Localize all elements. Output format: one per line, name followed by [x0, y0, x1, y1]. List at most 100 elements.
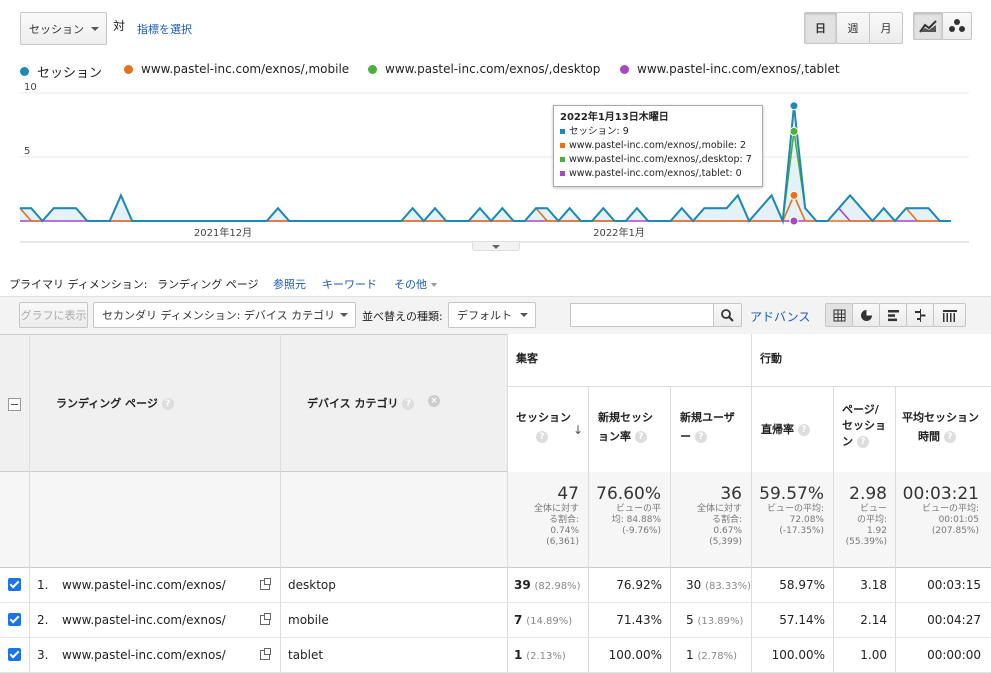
sort-type-select[interactable]: デフォルト — [448, 302, 536, 328]
column-divider — [751, 334, 752, 672]
totals-dur-note: ビューの平均: — [921, 504, 979, 514]
totals-newusers-note: 全体に対す — [696, 504, 742, 514]
select-metric-link[interactable]: 指標を選択 — [137, 21, 192, 37]
landing-page-link[interactable]: www.pastel-inc.com/exnos/ — [62, 613, 226, 627]
totals-sessions-note: る割合: — [548, 515, 579, 525]
tooltip-swatch-icon — [560, 157, 565, 162]
new-users-pct: (2.78%) — [697, 651, 738, 662]
data-point[interactable] — [789, 190, 799, 200]
acquisition-group-header: 集客 — [516, 352, 538, 365]
landing-page-header[interactable]: ランディング ページ ? — [56, 394, 174, 413]
help-icon[interactable]: ? — [536, 431, 548, 443]
minus-icon — [11, 404, 18, 405]
dimension-source-link[interactable]: 参照元 — [273, 276, 306, 292]
dimension-keyword-link[interactable]: キーワード — [322, 276, 377, 292]
view-pie-button[interactable] — [852, 303, 880, 327]
bounce-rate-label: 直帰率 — [761, 423, 794, 436]
new-users-pct: (13.89%) — [697, 616, 744, 627]
device-category-header[interactable]: デバイス カテゴリ ? — [307, 394, 415, 413]
help-icon[interactable]: ? — [634, 431, 647, 443]
totals-bounce-note: 72.08% — [789, 515, 824, 525]
external-link-icon[interactable] — [260, 578, 271, 590]
device-category-cell: mobile — [288, 613, 329, 627]
bounce-rate-cell: 100.00% — [771, 648, 825, 662]
week-button[interactable]: 週 — [836, 12, 870, 44]
help-icon[interactable]: ? — [161, 398, 174, 410]
row-checkbox[interactable] — [8, 613, 21, 626]
help-icon[interactable]: ? — [943, 431, 956, 443]
device-category-cell: tablet — [288, 648, 324, 662]
new-users-cell: 30 — [686, 578, 702, 592]
totals-sessions-note: 全体に対す — [533, 504, 579, 514]
legend-dot-icon — [620, 64, 629, 74]
tooltip-line: セッション: 9 — [560, 125, 756, 139]
new-users-pct: (83.33%) — [705, 581, 752, 592]
y-tick-label: 5 — [24, 146, 30, 157]
totals-sessions-note: 0.74% — [550, 526, 579, 536]
search-button[interactable] — [713, 303, 742, 327]
help-icon[interactable]: ? — [856, 436, 869, 448]
new-users-label-1: 新規ユーザ — [680, 411, 735, 424]
data-point[interactable] — [789, 126, 799, 136]
chart-collapse-handle[interactable] — [472, 241, 520, 251]
avg-session-duration-header[interactable]: 平均セッション 時間 ? — [902, 408, 979, 446]
plot-rows-button[interactable]: グラフに表示 — [19, 302, 88, 328]
tooltip-line-text: www.pastel-inc.com/exnos/,mobile: 2 — [569, 140, 747, 151]
new-session-rate-header[interactable]: 新規セッシ ョン率 ? — [598, 408, 653, 446]
plot-rows-label: グラフに表示 — [20, 309, 87, 322]
pages-per-session-cell: 2.14 — [860, 613, 887, 627]
legend-item[interactable]: www.pastel-inc.com/exnos/,mobile — [124, 62, 349, 76]
totals-bounce-note: (-17.35%) — [779, 526, 824, 536]
tooltip-line: www.pastel-inc.com/exnos/,desktop: 7 — [560, 153, 756, 167]
view-table-button[interactable] — [825, 303, 853, 327]
line-chart-toggle[interactable] — [913, 12, 943, 40]
select-all-checkbox[interactable] — [8, 398, 21, 411]
totals-pages-per-session: 2.98 ビュー の平均: 1.92 (55.39%) — [833, 484, 887, 548]
data-point[interactable] — [789, 101, 799, 111]
totals-bounce-value: 59.57% — [759, 484, 824, 504]
legend-item[interactable]: www.pastel-inc.com/exnos/,tablet — [620, 62, 840, 76]
sessions-header-label: セッション — [516, 411, 571, 424]
landing-page-link[interactable]: www.pastel-inc.com/exnos/ — [62, 648, 226, 662]
table-row[interactable]: 1. www.pastel-inc.com/exnos/desktop 39 (82… — [0, 568, 991, 603]
row-checkbox[interactable] — [8, 648, 21, 661]
secondary-dimension-select[interactable]: セカンダリ ディメンション: デバイス カテゴリ — [93, 302, 356, 328]
totals-newrate-note: ビューの平 — [615, 504, 661, 514]
group-divider — [507, 386, 991, 387]
x-tick-label: 2021年12月 — [194, 226, 252, 239]
view-performance-button[interactable] — [879, 303, 907, 327]
metric-select[interactable]: セッション — [20, 12, 107, 45]
bubble-chart-icon — [949, 19, 965, 32]
remove-dimension-icon[interactable]: × — [428, 395, 440, 407]
view-pivot-button[interactable] — [933, 303, 966, 327]
legend-item[interactable]: www.pastel-inc.com/exnos/,desktop — [368, 62, 600, 76]
data-point[interactable] — [789, 216, 799, 226]
pages-per-session-header[interactable]: ページ/ セッショ ン ? — [842, 402, 886, 450]
line-chart: 10 5 2021年12月 2022年1月 — [19, 82, 969, 243]
pages-per-session-cell: 3.18 — [860, 578, 887, 592]
legend-dot-icon — [124, 64, 133, 74]
advanced-link[interactable]: アドバンス — [750, 308, 810, 325]
dimension-other-link[interactable]: その他 — [394, 276, 437, 292]
help-icon[interactable]: ? — [694, 431, 707, 443]
new-users-header[interactable]: 新規ユーザ ー ? — [680, 408, 735, 446]
motion-chart-toggle[interactable] — [942, 12, 972, 40]
chevron-down-icon — [340, 313, 348, 317]
sessions-pct: (2.13%) — [526, 651, 566, 662]
legend-item[interactable]: セッション — [20, 62, 102, 81]
landing-page-link[interactable]: www.pastel-inc.com/exnos/ — [62, 578, 226, 592]
row-checkbox[interactable] — [8, 578, 21, 591]
day-button[interactable]: 日 — [804, 12, 837, 44]
month-button[interactable]: 月 — [869, 12, 903, 44]
external-link-icon[interactable] — [260, 613, 271, 625]
bounce-rate-header[interactable]: 直帰率 ? — [761, 420, 810, 439]
view-comparison-button[interactable] — [906, 303, 934, 327]
external-link-icon[interactable] — [260, 648, 271, 660]
table-row[interactable]: 3. www.pastel-inc.com/exnos/tablet 1 (2.13… — [0, 638, 991, 673]
table-row[interactable]: 2. www.pastel-inc.com/exnos/mobile 7 (14.8… — [0, 603, 991, 638]
table-search-input[interactable] — [570, 303, 714, 327]
help-icon[interactable]: ? — [797, 424, 810, 436]
help-icon[interactable]: ? — [402, 398, 415, 410]
legend-dot-icon — [20, 67, 29, 76]
search-icon — [721, 308, 734, 322]
